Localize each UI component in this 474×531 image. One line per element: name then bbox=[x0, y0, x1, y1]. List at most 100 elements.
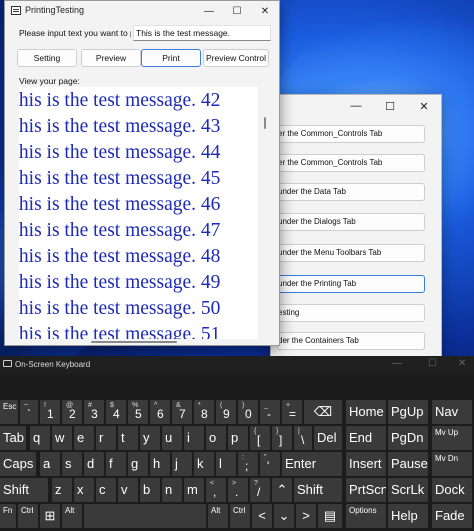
key-c[interactable]: c bbox=[96, 478, 116, 502]
key-pause[interactable]: Pause bbox=[388, 452, 428, 476]
key-ctrl-right[interactable]: Ctrl bbox=[230, 504, 250, 528]
key-windows[interactable]: ⊞ bbox=[40, 504, 60, 528]
key-backtick[interactable]: ~ ` bbox=[20, 400, 38, 424]
key-0[interactable]: ) 0 bbox=[238, 400, 258, 424]
key-2[interactable]: @2 bbox=[62, 400, 82, 424]
message-input[interactable] bbox=[133, 25, 271, 41]
common-controls-button-1[interactable]: er the Common_Controls Tab bbox=[277, 125, 425, 143]
preview-control-button[interactable]: Preview Control bbox=[203, 49, 269, 67]
key-j[interactable]: j bbox=[172, 452, 192, 476]
key-equal[interactable]: + = bbox=[282, 400, 302, 424]
key-v[interactable]: v bbox=[118, 478, 138, 502]
key-mv-dn[interactable]: Mv Dn bbox=[432, 452, 472, 476]
preview-vertical-scrollbar[interactable] bbox=[264, 117, 266, 129]
key-9[interactable]: (9 bbox=[216, 400, 236, 424]
key-q[interactable]: q bbox=[30, 426, 50, 450]
key-home[interactable]: Home bbox=[346, 400, 386, 424]
close-button[interactable]: ✕ bbox=[458, 358, 466, 369]
maximize-button[interactable]: ☐ bbox=[373, 95, 407, 117]
key-u[interactable]: u bbox=[162, 426, 182, 450]
key-4[interactable]: $4 bbox=[106, 400, 126, 424]
minimize-button[interactable]: — bbox=[195, 1, 223, 21]
key-esc[interactable]: Esc bbox=[0, 400, 18, 424]
key-p[interactable]: p bbox=[228, 426, 248, 450]
key-semicolon[interactable]: :; bbox=[238, 452, 258, 476]
key-s[interactable]: s bbox=[62, 452, 82, 476]
key-z[interactable]: z bbox=[52, 478, 72, 502]
key-g[interactable]: g bbox=[128, 452, 148, 476]
key-menu[interactable]: ▤ bbox=[318, 504, 342, 528]
key-8[interactable]: * 8 bbox=[194, 400, 214, 424]
key-l[interactable]: l bbox=[216, 452, 236, 476]
key-f[interactable]: f bbox=[106, 452, 126, 476]
key-alt-left[interactable]: Alt bbox=[62, 504, 82, 528]
key-6[interactable]: ^ 6 bbox=[150, 400, 170, 424]
testing-button[interactable]: esting bbox=[277, 304, 425, 322]
key-7[interactable]: & 7 bbox=[172, 400, 192, 424]
key-left-bracket[interactable]: {[ bbox=[250, 426, 270, 450]
key-n[interactable]: n bbox=[162, 478, 182, 502]
key-pgdn[interactable]: PgDn bbox=[388, 426, 428, 450]
key-w[interactable]: w bbox=[52, 426, 72, 450]
key-scrlk[interactable]: ScrLk bbox=[388, 478, 428, 502]
key-shift-right[interactable]: Shift bbox=[294, 478, 342, 502]
key-1[interactable]: ! 1 bbox=[40, 400, 60, 424]
key-i[interactable]: i bbox=[184, 426, 204, 450]
key-insert[interactable]: Insert bbox=[346, 452, 386, 476]
key-mv-up[interactable]: Mv Up bbox=[432, 426, 472, 450]
key-period[interactable]: >. bbox=[228, 478, 248, 502]
dialogs-tab-button[interactable]: under the Dialogs Tab bbox=[277, 213, 425, 231]
key-k[interactable]: k bbox=[194, 452, 214, 476]
key-backspace[interactable]: ⌫ bbox=[304, 400, 342, 424]
key-a[interactable]: a bbox=[40, 452, 60, 476]
common-controls-button-2[interactable]: er the Common_Controls Tab bbox=[277, 154, 425, 172]
key-space[interactable] bbox=[84, 504, 206, 528]
key-o[interactable]: o bbox=[206, 426, 226, 450]
key-enter[interactable]: Enter bbox=[282, 452, 342, 476]
print-button[interactable]: Print bbox=[141, 49, 201, 67]
key-pgup[interactable]: PgUp bbox=[388, 400, 428, 424]
title-bar[interactable]: PrintingTesting — ☐ ✕ bbox=[5, 1, 279, 21]
key-backslash[interactable]: | \ bbox=[294, 426, 312, 450]
menu-toolbars-tab-button[interactable]: under the Menu Toolbars Tab bbox=[277, 244, 425, 262]
key-up-arrow[interactable]: ⌃ bbox=[272, 478, 292, 502]
key-down-arrow[interactable]: ⌄ bbox=[274, 504, 294, 528]
key-e[interactable]: e bbox=[74, 426, 94, 450]
key-x[interactable]: x bbox=[74, 478, 94, 502]
data-tab-button[interactable]: under the Data Tab bbox=[277, 183, 425, 201]
close-button[interactable]: ✕ bbox=[251, 1, 279, 21]
setting-button[interactable]: Setting bbox=[17, 49, 77, 67]
key-help[interactable]: Help bbox=[388, 504, 428, 528]
key-3[interactable]: #3 bbox=[84, 400, 104, 424]
key-m[interactable]: m bbox=[184, 478, 204, 502]
key-alt-right[interactable]: Alt bbox=[208, 504, 228, 528]
key-options[interactable]: Options bbox=[346, 504, 386, 528]
containers-tab-button[interactable]: der the Containers Tab bbox=[277, 332, 425, 350]
key-quote[interactable]: " ' bbox=[260, 452, 280, 476]
minimize-button[interactable]: — bbox=[339, 95, 373, 117]
key-r[interactable]: r bbox=[96, 426, 116, 450]
key-ctrl-left[interactable]: Ctrl bbox=[18, 504, 38, 528]
key-slash[interactable]: ? / bbox=[250, 478, 270, 502]
key-h[interactable]: h bbox=[150, 452, 170, 476]
key-right-bracket[interactable]: }] bbox=[272, 426, 292, 450]
minimize-button[interactable]: — bbox=[392, 358, 402, 369]
key-y[interactable]: y bbox=[140, 426, 160, 450]
key-right-arrow[interactable]: > bbox=[296, 504, 316, 528]
key-minus[interactable]: _ - bbox=[260, 400, 280, 424]
key-fade[interactable]: Fade bbox=[432, 504, 472, 528]
key-d[interactable]: d bbox=[84, 452, 104, 476]
key-prtscn[interactable]: PrtScn bbox=[346, 478, 386, 502]
key-nav[interactable]: Nav bbox=[432, 400, 472, 424]
key-comma[interactable]: <, bbox=[206, 478, 226, 502]
keyboard-title-bar[interactable]: On-Screen Keyboard — ☐ ✕ bbox=[0, 356, 474, 374]
key-shift-left[interactable]: Shift bbox=[0, 478, 48, 502]
key-dock[interactable]: Dock bbox=[432, 478, 472, 502]
print-preview-area[interactable]: This is the test message. 42 This is the… bbox=[19, 87, 258, 339]
preview-horizontal-scrollbar[interactable] bbox=[91, 341, 177, 343]
maximize-button[interactable]: ☐ bbox=[223, 1, 251, 21]
close-button[interactable]: ✕ bbox=[407, 95, 441, 117]
key-tab[interactable]: Tab bbox=[0, 426, 26, 450]
key-end[interactable]: End bbox=[346, 426, 386, 450]
key-caps[interactable]: Caps bbox=[0, 452, 36, 476]
